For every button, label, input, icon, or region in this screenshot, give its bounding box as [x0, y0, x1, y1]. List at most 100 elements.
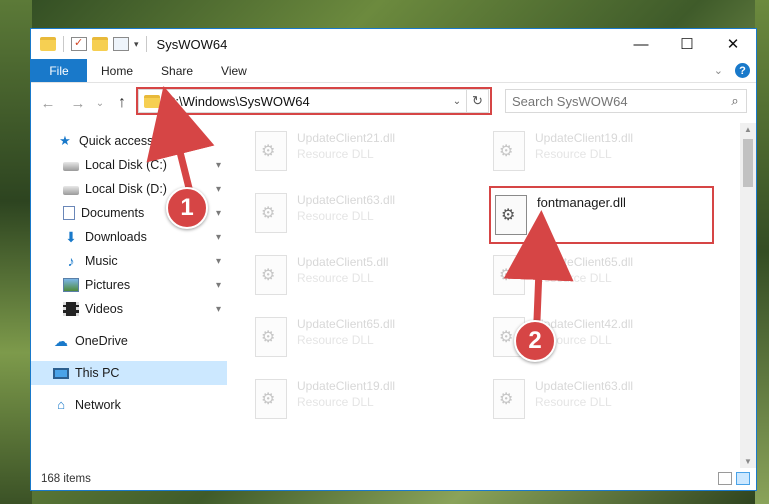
vertical-scrollbar[interactable]: ▲ ▼ [740, 123, 756, 468]
help-icon[interactable]: ? [735, 63, 750, 78]
new-folder-icon[interactable] [92, 37, 108, 51]
tiles-view-icon[interactable] [736, 472, 750, 485]
file-list: UpdateClient21.dll Resource DLL UpdateCl… [227, 123, 756, 468]
sidebar-item-label: Local Disk (C:) [85, 158, 167, 172]
pin-icon[interactable]: ▾ [216, 304, 221, 315]
toolbar-divider [63, 36, 64, 52]
sidebar-item-label: Documents [81, 206, 145, 220]
toolbar-divider [145, 36, 147, 52]
scroll-down-icon[interactable]: ▼ [740, 457, 756, 466]
explorer-window: ▾ SysWOW64 — ☐ ✕ File Home Share View ⌄ … [30, 28, 757, 491]
tab-home[interactable]: Home [87, 59, 147, 82]
cloud-icon: ☁ [54, 333, 68, 349]
step-badge-2: 2 [514, 320, 556, 362]
dll-file-icon [255, 379, 287, 419]
search-input[interactable] [512, 93, 724, 109]
recent-locations-button[interactable]: ⌄ [89, 98, 111, 109]
properties-icon[interactable] [71, 36, 87, 51]
sidebar-item-label: Local Disk (D:) [85, 182, 167, 196]
back-button[interactable]: ← [37, 95, 59, 112]
search-box[interactable]: ⌕ [505, 89, 747, 113]
search-icon[interactable]: ⌕ [724, 93, 746, 109]
sidebar-item-quick-access[interactable]: ★ Quick access [31, 129, 227, 153]
expand-ribbon-icon[interactable]: ⌄ [714, 64, 723, 77]
address-bar[interactable]: C:\Windows\SysWOW64 ⌄ ↻ [138, 89, 489, 113]
sidebar-item-downloads[interactable]: ⬇ Downloads ▾ [31, 225, 227, 249]
file-name: UpdateClient19.dll [535, 131, 634, 145]
ribbon-right: ⌄ ? [714, 63, 750, 78]
quick-access-toolbar: ▾ [40, 36, 149, 52]
file-type: Resource DLL [535, 147, 612, 161]
sidebar-item-network[interactable]: ⌂ Network [31, 393, 227, 417]
file-type: Resource DLL [297, 395, 374, 409]
drive-icon [63, 162, 79, 171]
pin-icon[interactable]: ▾ [216, 184, 221, 195]
star-icon: ★ [59, 133, 71, 148]
scroll-up-icon[interactable]: ▲ [740, 125, 756, 134]
pin-icon[interactable]: ▾ [216, 232, 221, 243]
desktop-background-right [755, 0, 769, 504]
maximize-button[interactable]: ☐ [664, 29, 710, 59]
file-type: Resource DLL [297, 271, 374, 285]
file-item-fontmanager[interactable]: fontmanager.dll [491, 189, 721, 245]
pin-icon[interactable]: ▾ [216, 256, 221, 267]
pin-icon[interactable]: ▾ [216, 208, 221, 219]
up-button[interactable]: ↑ [111, 94, 133, 112]
dll-file-icon [255, 317, 287, 357]
file-item[interactable]: UpdateClient19.dll Resource DLL [251, 373, 481, 429]
close-button[interactable]: ✕ [710, 29, 756, 59]
tab-share[interactable]: Share [147, 59, 207, 82]
sidebar-item-music[interactable]: ♪ Music ▾ [31, 249, 227, 273]
sidebar-item-this-pc[interactable]: This PC [31, 361, 227, 385]
window-title: SysWOW64 [156, 36, 228, 52]
file-item[interactable]: UpdateClient63.dll Resource DLL [489, 373, 719, 429]
file-name: UpdateClient65.dll [535, 255, 634, 269]
sidebar-item-pictures[interactable]: Pictures ▾ [31, 273, 227, 297]
file-name: UpdateClient63.dll [297, 193, 396, 207]
file-type: Resource DLL [297, 333, 374, 347]
file-item[interactable]: UpdateClient5.dll Resource DLL [251, 249, 481, 305]
sidebar-item-videos[interactable]: Videos ▾ [31, 297, 227, 321]
picture-icon [63, 278, 79, 292]
sidebar-item-label: Network [75, 398, 121, 412]
pin-icon[interactable]: ▾ [216, 280, 221, 291]
file-item[interactable]: UpdateClient19.dll Resource DLL [489, 125, 719, 181]
sidebar-item-onedrive[interactable]: ☁ OneDrive [31, 329, 227, 353]
folder-icon [40, 37, 56, 51]
file-item[interactable]: UpdateClient65.dll Resource DLL [251, 311, 481, 367]
file-name: UpdateClient63.dll [535, 379, 634, 393]
file-item[interactable]: UpdateClient63.dll Resource DLL [251, 187, 481, 243]
forward-button[interactable]: → [67, 95, 89, 112]
address-dropdown-button[interactable]: ⌄ [448, 96, 466, 107]
file-name: UpdateClient5.dll [297, 255, 389, 269]
sidebar-item-label: OneDrive [75, 334, 128, 348]
title-bar: ▾ SysWOW64 — ☐ ✕ [31, 29, 756, 59]
customize-toolbar-icon[interactable] [113, 37, 129, 51]
file-name: UpdateClient65.dll [297, 317, 396, 331]
pin-icon[interactable]: ▾ [216, 160, 221, 171]
computer-icon [53, 367, 69, 379]
ribbon-tabs: File Home Share View ⌄ ? [31, 59, 756, 83]
tab-view[interactable]: View [207, 59, 261, 82]
sidebar-item-label: Pictures [85, 278, 131, 292]
file-type: Resource DLL [535, 395, 612, 409]
dll-file-icon [493, 131, 525, 171]
refresh-button[interactable]: ↻ [466, 90, 488, 112]
details-view-icon[interactable] [718, 472, 732, 485]
chevron-down-icon[interactable]: ▾ [134, 39, 139, 50]
desktop-background-left [0, 0, 32, 504]
address-path[interactable]: C:\Windows\SysWOW64 [166, 94, 448, 109]
scrollbar-thumb[interactable] [743, 139, 753, 187]
file-item[interactable]: UpdateClient21.dll Resource DLL [251, 125, 481, 181]
navigation-bar: ← → ⌄ ↑ C:\Windows\SysWOW64 ⌄ ↻ ⌕ [31, 83, 756, 123]
dll-file-icon [493, 255, 525, 295]
dll-file-icon [255, 193, 287, 233]
tab-file[interactable]: File [31, 59, 87, 82]
network-icon: ⌂ [57, 397, 65, 412]
sidebar-item-label: Downloads [85, 230, 147, 244]
sidebar-item-local-disk-c[interactable]: Local Disk (C:) ▾ [31, 153, 227, 177]
view-switcher [718, 472, 750, 485]
file-item[interactable]: UpdateClient65.dll Resource DLL [489, 249, 719, 305]
minimize-button[interactable]: — [618, 29, 664, 59]
navigation-pane: ★ Quick access Local Disk (C:) ▾ Local D… [31, 123, 227, 468]
